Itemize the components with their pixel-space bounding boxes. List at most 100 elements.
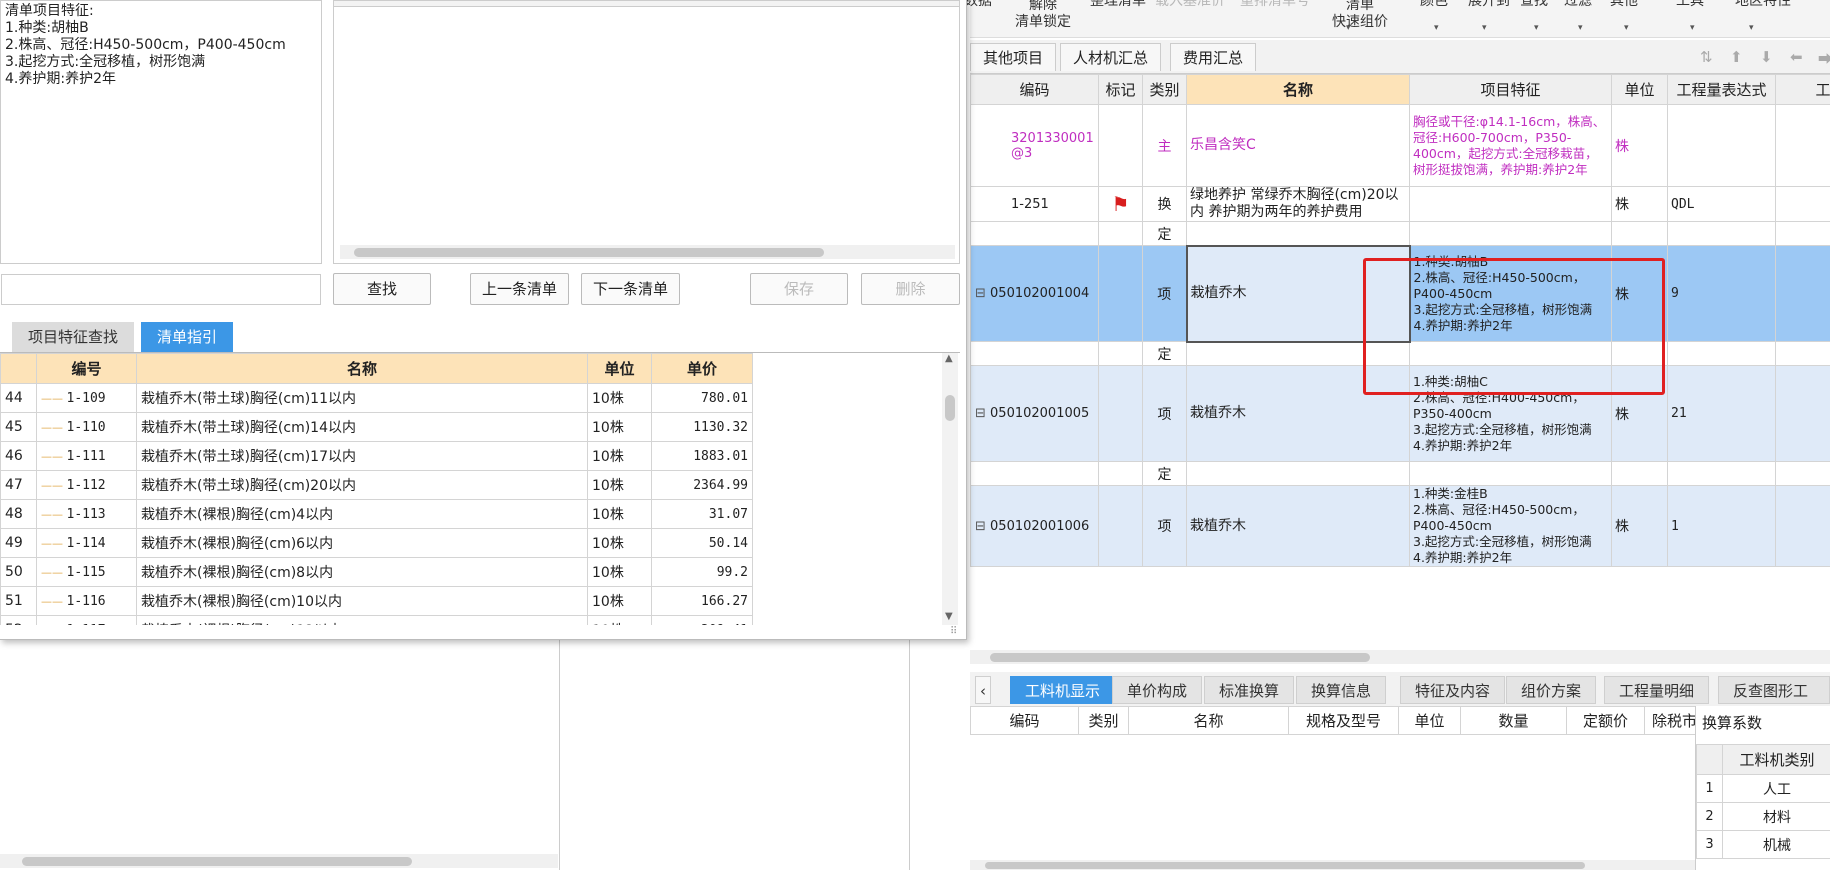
tab-detail-7[interactable]: 反查图形工程量 [1718, 676, 1830, 728]
cell-code[interactable] [970, 221, 1099, 246]
list-item[interactable]: 46 —— 1-111 栽植乔木(带土球)胸径(cm)17以内 10株 1883.01 [0, 441, 753, 471]
move-down-icon[interactable]: ⬇ [1760, 48, 1773, 66]
cell-extra[interactable] [1775, 221, 1830, 246]
cell-mark[interactable] [1098, 485, 1143, 567]
column-header[interactable]: 标记 [1098, 74, 1143, 105]
cell-type[interactable]: 项 [1142, 245, 1187, 342]
prev-bill-button[interactable]: 上一条清单 [470, 273, 569, 305]
cell-qty[interactable]: 21 [1667, 365, 1776, 462]
list-item[interactable]: 45 —— 1-110 栽植乔木(带土球)胸径(cm)14以内 10株 1130.32 [0, 412, 753, 442]
column-header[interactable]: 单价 [651, 353, 753, 384]
cell-type[interactable]: 定 [1142, 341, 1187, 366]
cell-unit[interactable] [1611, 461, 1668, 486]
cell-code[interactable]: ⊟ 050102001004 [970, 245, 1099, 342]
column-header[interactable]: 名称 [1128, 706, 1289, 735]
tab-detail-2[interactable]: 标准换算 [1204, 676, 1295, 704]
toolbar-button-5[interactable]: 清单 快速组价 [1332, 0, 1388, 31]
list-item[interactable]: 50 —— 1-115 栽植乔木(裸根)胸径(cm)8以内 10株 99.2 [0, 557, 753, 587]
cell-mark[interactable] [1098, 341, 1143, 366]
cell-mark[interactable]: ⚑ [1098, 186, 1143, 222]
table-row[interactable]: 1-251 ⚑ 换绿地养护 常绿乔木胸径(cm)20以内 养护期为两年的养护费用 株 Q… [970, 186, 1830, 222]
column-header[interactable]: 工 [1775, 74, 1830, 105]
cell-feature[interactable]: 1.种类:金桂B 2.株高、冠径:H450-500cm，P400-450cm 3… [1409, 485, 1612, 567]
column-header[interactable]: 定额价 [1566, 706, 1645, 735]
collapse-icon[interactable]: ⊟ [975, 406, 990, 421]
tab-detail-0[interactable]: 工料机显示 [1010, 676, 1116, 704]
tab-detail-1[interactable]: 单价构成 [1112, 676, 1203, 704]
cell-unit[interactable]: 株 [1611, 186, 1668, 222]
cell-feature[interactable]: 胸径或干径:φ14.1-16cm，株高、冠径:H600-700cm，P350-4… [1409, 104, 1612, 187]
toolbar-button-6[interactable]: 颜色 [1420, 0, 1448, 10]
resize-grip-icon[interactable]: ⠿ [950, 626, 957, 637]
cell-name[interactable]: 绿地养护 常绿乔木胸径(cm)20以内 养护期为两年的养护费用 [1186, 186, 1410, 222]
search-input[interactable] [1, 274, 321, 305]
table-row[interactable]: 3 机械 [1696, 830, 1830, 859]
column-header[interactable]: 单位 [1611, 74, 1668, 105]
feature-grid-hscrollbar[interactable] [340, 245, 955, 259]
move-right-icon[interactable]: ⮕ [1818, 48, 1830, 69]
cell-feature[interactable] [1409, 461, 1612, 486]
tab-feature-search[interactable]: 项目特征查找 [12, 322, 135, 352]
table-row[interactable]: 定 [970, 221, 1830, 246]
cell-name[interactable]: 乐昌含笑C [1186, 104, 1410, 187]
tab-other-items[interactable]: 其他项目 [970, 43, 1057, 71]
cell-extra[interactable] [1775, 245, 1830, 342]
toolbar-button-2[interactable]: 整理清单 [1090, 0, 1146, 10]
list-item[interactable]: 49 —— 1-114 栽植乔木(裸根)胸径(cm)6以内 10株 50.14 [0, 528, 753, 558]
table-row[interactable]: 3201330001 @3 主乐昌含笑C 胸径或干径:φ14.1-16cm，株高、冠… [970, 104, 1830, 187]
toolbar-button-4[interactable]: 重排清单号 [1240, 0, 1310, 10]
feature-textbox[interactable]: 清单项目特征: 1.种类:胡柚B 2.株高、冠径:H450-500cm，P400… [0, 0, 322, 264]
cell-type[interactable]: 项 [1142, 485, 1187, 567]
toolbar-button-9[interactable]: 过滤 [1564, 0, 1592, 10]
list-item[interactable]: 52—— 1-117栽植乔木(裸根)胸径(cm)12以内10株209.41 [0, 615, 753, 625]
toolbar-button-12[interactable]: 地区特性 [1735, 0, 1791, 10]
cell-type[interactable]: 定 [1142, 221, 1187, 246]
move-left-icon[interactable]: ⬅ [1790, 48, 1803, 66]
cell-mark[interactable] [1098, 104, 1143, 187]
cell-mark[interactable] [1098, 245, 1143, 342]
table-row[interactable]: ⊟ 050102001006 项栽植乔木 1.种类:金桂B 2.株高、冠径:H450… [970, 485, 1830, 567]
list-item[interactable]: 47 —— 1-112 栽植乔木(带土球)胸径(cm)20以内 10株 2364.99 [0, 470, 753, 500]
toolbar-button-0[interactable]: 数据 [964, 0, 992, 10]
table-row[interactable]: 定 [970, 461, 1830, 486]
save-button[interactable]: 保存 [750, 273, 848, 305]
collapse-icon[interactable]: ⊟ [975, 519, 990, 534]
cell-unit[interactable]: 株 [1611, 104, 1668, 187]
sort-icon[interactable]: ⇅ [1700, 48, 1713, 66]
toolbar-button-7[interactable]: 展开到 [1468, 0, 1510, 10]
toolbar-button-10[interactable]: 其他 [1610, 0, 1638, 10]
column-header[interactable]: 编号 [36, 353, 137, 384]
scroll-thumb[interactable] [354, 248, 824, 257]
cell-extra[interactable] [1775, 485, 1830, 567]
list-item[interactable]: 48 —— 1-113 栽植乔木(裸根)胸径(cm)4以内 10株 31.07 [0, 499, 753, 529]
cell-feature[interactable] [1409, 186, 1612, 222]
resource-category[interactable]: 人工 [1722, 774, 1830, 803]
collapse-icon[interactable]: ⊟ [975, 286, 990, 301]
cell-unit[interactable]: 株 [1611, 485, 1668, 567]
column-header[interactable]: 单位 [587, 353, 652, 384]
tab-cost-summary[interactable]: 费用汇总 [1170, 43, 1257, 71]
cell-mark[interactable] [1098, 365, 1143, 462]
cell-feature[interactable] [1409, 221, 1612, 246]
table-row[interactable]: 2 材料 [1696, 802, 1830, 831]
cell-type[interactable]: 换 [1142, 186, 1187, 222]
cell-name[interactable] [1186, 461, 1410, 486]
cell-mark[interactable] [1098, 461, 1143, 486]
toolbar-button-1[interactable]: 解除 清单锁定 [1015, 0, 1071, 31]
find-button[interactable]: 查找 [333, 273, 431, 305]
cell-qty[interactable]: 1 [1667, 485, 1776, 567]
cell-type[interactable]: 定 [1142, 461, 1187, 486]
cell-qty[interactable] [1667, 461, 1776, 486]
cell-mark[interactable] [1098, 221, 1143, 246]
scroll-thumb[interactable] [985, 862, 1585, 869]
cell-extra[interactable] [1775, 186, 1830, 222]
cell-extra[interactable] [1775, 104, 1830, 187]
column-header[interactable]: 单位 [1398, 706, 1461, 735]
column-header[interactable]: 规格及型号 [1288, 706, 1399, 735]
column-header[interactable]: 编码 [970, 706, 1079, 735]
tab-labor-material-summary[interactable]: 人材机汇总 [1060, 43, 1162, 71]
cell-name[interactable]: 栽植乔木 [1186, 485, 1410, 567]
cell-qty[interactable] [1667, 221, 1776, 246]
scroll-up-icon[interactable]: ▲ [945, 353, 953, 364]
scroll-down-icon[interactable]: ▼ [945, 611, 953, 622]
